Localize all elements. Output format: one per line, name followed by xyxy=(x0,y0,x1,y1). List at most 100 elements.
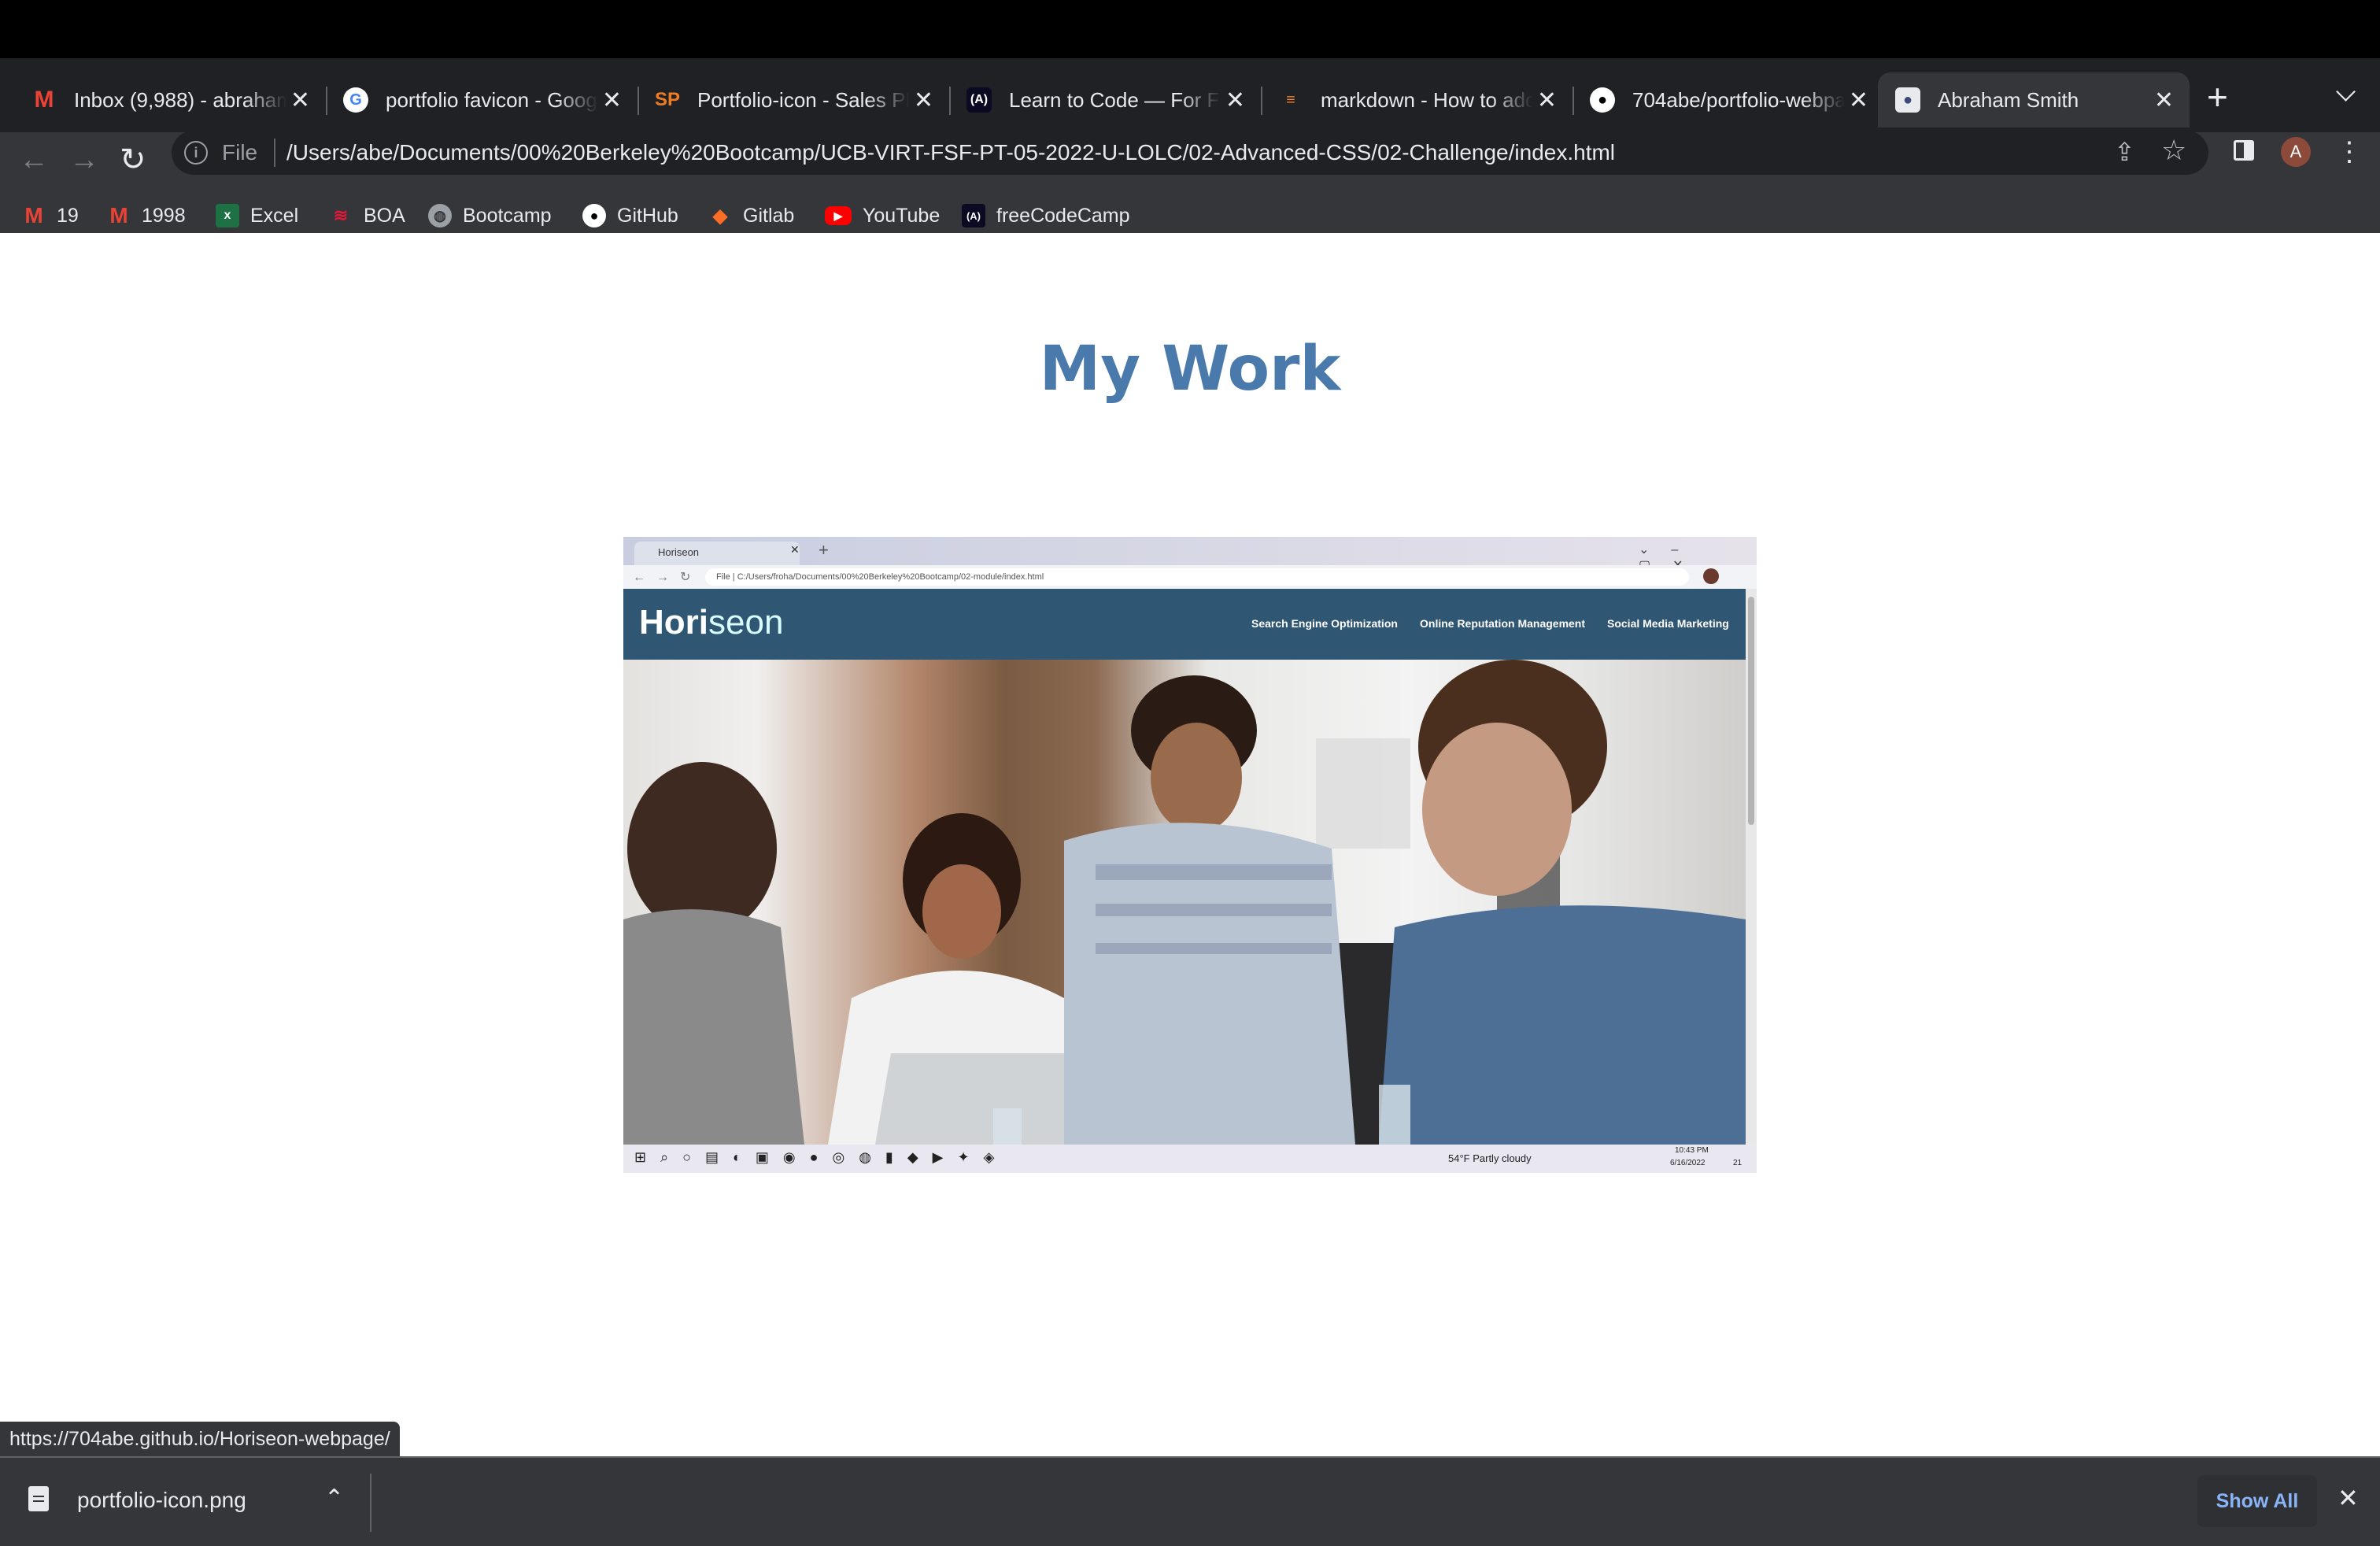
bookmark-excel[interactable]: x Excel xyxy=(216,200,298,231)
screenshot-new-tab-icon: + xyxy=(819,540,829,560)
youtube-icon: ▶ xyxy=(825,206,852,225)
tab-title: Inbox (9,988) - abraham xyxy=(74,87,286,112)
download-file-name[interactable]: portfolio-icon.png xyxy=(77,1488,246,1513)
taskbar-notification-count: 21 xyxy=(1733,1159,1743,1167)
project-screenshot-horiseon[interactable]: Horiseon ✕ + ⌄–▢✕ ←→↻ File | C:/Users/fr… xyxy=(623,537,1757,1173)
gmail-icon: M xyxy=(34,87,54,113)
download-divider xyxy=(370,1474,371,1532)
freecodecamp-icon: (A) xyxy=(966,87,992,113)
window-top-bar xyxy=(0,0,2380,58)
horiseon-logo: Horiseon xyxy=(639,603,783,642)
horiseon-header: Horiseon Search Engine Optimization Onli… xyxy=(623,589,1746,660)
chevron-up-icon[interactable]: ⌃ xyxy=(324,1485,344,1512)
link-status-bubble: https://704abe.github.io/Horiseon-webpag… xyxy=(0,1422,400,1456)
tab-salespanel[interactable]: SP Portfolio-icon - Sales Pl ✕ xyxy=(638,72,951,128)
bookmark-label: Excel xyxy=(250,204,299,227)
close-icon[interactable]: ✕ xyxy=(1537,87,1557,114)
bookmark-1998[interactable]: M 1998 xyxy=(107,200,186,231)
bookmark-youtube[interactable]: ▶ YouTube xyxy=(825,200,940,231)
horiseon-nav-smm: Social Media Marketing xyxy=(1607,617,1729,630)
omnibox-divider xyxy=(274,139,275,167)
close-icon[interactable]: ✕ xyxy=(914,87,933,114)
github-icon: ● xyxy=(582,204,606,227)
tab-title: Portfolio-icon - Sales Pl xyxy=(697,87,910,112)
tab-title: portfolio favicon - Google Search xyxy=(386,87,598,112)
horiseon-nav-orm: Online Reputation Management xyxy=(1420,617,1586,630)
kebab-menu-icon[interactable]: ⋮ xyxy=(2336,137,2363,167)
freecodecamp-icon: (A) xyxy=(962,204,985,227)
close-icon[interactable]: ✕ xyxy=(1225,87,1245,114)
share-icon[interactable]: ⇪ xyxy=(2114,137,2135,167)
tab-search-chevron-icon[interactable] xyxy=(2336,82,2356,102)
tab-title: Abraham Smith xyxy=(1938,87,2079,112)
bookmark-label: 19 xyxy=(57,204,79,227)
screenshot-address: C:/Users/froha/Documents/00%20Berkeley%2… xyxy=(737,572,1044,582)
info-icon[interactable]: i xyxy=(184,141,208,165)
globe-icon: ◍ xyxy=(428,204,452,227)
page-content: My Work Horiseon ✕ + ⌄–▢✕ ←→↻ File | C:/… xyxy=(0,233,2380,1456)
close-icon[interactable]: ✕ xyxy=(290,87,310,114)
bookmark-label: GitHub xyxy=(617,204,678,227)
bookmark-label: Gitlab xyxy=(743,204,795,227)
bookmark-star-icon[interactable]: ☆ xyxy=(2161,134,2186,167)
portfolio-icon: ● xyxy=(1895,87,1920,113)
profile-avatar[interactable]: A xyxy=(2281,137,2311,167)
bookmark-19[interactable]: M 19 xyxy=(22,200,79,231)
omnibox[interactable]: i File /Users/abe/Documents/00%20Berkele… xyxy=(172,131,2208,175)
taskbar-weather: 54°F Partly cloudy xyxy=(1448,1152,1532,1164)
page-heading: My Work xyxy=(1039,334,1341,405)
close-download-bar-icon[interactable]: ✕ xyxy=(2338,1483,2359,1513)
bookmark-label: BOA xyxy=(364,204,405,227)
gitlab-icon: ◆ xyxy=(712,205,728,227)
close-icon[interactable]: ✕ xyxy=(602,87,622,114)
gmail-icon: M xyxy=(24,203,43,227)
stackoverflow-icon: ≡ xyxy=(1286,91,1295,109)
close-icon[interactable]: ✕ xyxy=(2154,87,2174,114)
gmail-icon: M xyxy=(109,203,128,227)
taskbar-app-icons: ⊞⌕○▤◐▣◉●◎◍▮◆▶✦◈ xyxy=(634,1149,1009,1165)
url-text[interactable]: /Users/abe/Documents/00%20Berkeley%20Boo… xyxy=(286,140,1615,165)
screenshot-avatar xyxy=(1703,568,1719,584)
forward-arrow-icon[interactable]: → xyxy=(69,143,99,177)
screenshot-scheme: File xyxy=(716,572,730,582)
screenshot-scrollbar xyxy=(1746,589,1757,1145)
salespanel-icon: SP xyxy=(655,89,681,110)
screenshot-tab-close-icon: ✕ xyxy=(790,543,800,556)
new-tab-plus-icon[interactable]: + xyxy=(2207,79,2228,115)
tab-title: Learn to Code — For Free xyxy=(1009,87,1221,112)
screenshot-nav-icons: ←→↻ xyxy=(633,571,702,584)
bookmark-label: Bootcamp xyxy=(463,204,552,227)
tab-title: 704abe/portfolio-webpage xyxy=(1632,87,1845,112)
screenshot-tab: Horiseon xyxy=(634,542,800,565)
bookmark-freecodecamp[interactable]: (A) freeCodeCamp xyxy=(962,200,1130,231)
screenshot-address-bar: File | C:/Users/froha/Documents/00%20Ber… xyxy=(705,568,1689,586)
google-icon: G xyxy=(343,87,368,113)
download-bar: portfolio-icon.png ⌃ Show All ✕ xyxy=(0,1456,2380,1546)
side-panel-icon[interactable] xyxy=(2234,140,2254,161)
hero-photo-illustration xyxy=(623,660,1746,1145)
bookmark-label: 1998 xyxy=(142,204,186,227)
back-arrow-icon[interactable]: ← xyxy=(19,143,49,177)
reload-icon[interactable]: ↻ xyxy=(120,142,146,178)
boa-icon: ≋ xyxy=(333,205,349,225)
tab-freecodecamp[interactable]: (A) Learn to Code — For Free ✕ xyxy=(949,72,1262,128)
screenshot-tab-strip: Horiseon ✕ + ⌄–▢✕ xyxy=(623,537,1757,572)
show-all-button[interactable]: Show All xyxy=(2197,1475,2317,1527)
taskbar-date: 6/16/2022 xyxy=(1670,1159,1706,1167)
tab-google-search[interactable]: G portfolio favicon - Google Search ✕ xyxy=(326,72,639,128)
close-icon[interactable]: ✕ xyxy=(1849,87,1868,114)
tab-stackoverflow[interactable]: ≡ markdown - How to add ✕ xyxy=(1261,72,1574,128)
bookmark-boa[interactable]: ≋ BOA xyxy=(329,200,405,231)
horiseon-nav-seo: Search Engine Optimization xyxy=(1251,617,1398,630)
excel-icon: x xyxy=(216,204,239,227)
bookmark-gitlab[interactable]: ◆ Gitlab xyxy=(708,200,795,231)
bookmark-github[interactable]: ● GitHub xyxy=(582,200,678,231)
logo-prefix: Hori xyxy=(639,603,708,642)
bookmark-bootcamp[interactable]: ◍ Bootcamp xyxy=(428,200,552,231)
tab-github-repo[interactable]: ● 704abe/portfolio-webpage ✕ xyxy=(1572,72,1884,128)
bookmark-label: freeCodeCamp xyxy=(996,204,1130,227)
tab-abraham-smith[interactable]: ● Abraham Smith ✕ xyxy=(1878,72,2190,128)
hero-photo xyxy=(623,660,1746,1145)
tab-title: markdown - How to add xyxy=(1321,87,1533,112)
tab-gmail-inbox[interactable]: M Inbox (9,988) - abraham ✕ xyxy=(14,72,327,128)
